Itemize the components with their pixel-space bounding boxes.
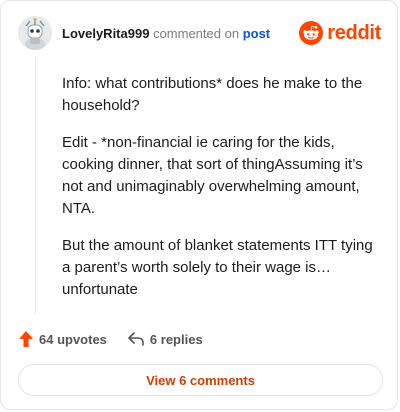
reddit-wordmark: reddit: [327, 22, 381, 44]
comment-paragraph: But the amount of blanket statements ITT…: [62, 237, 373, 298]
post-link[interactable]: post: [243, 26, 270, 41]
view-comments-button[interactable]: View 6 comments: [18, 364, 383, 396]
comment-paragraph: Edit - *non-financial ie caring for the …: [62, 134, 363, 217]
reply-arrow-icon: [128, 332, 144, 346]
reddit-alien-icon: [299, 21, 324, 45]
comment-actions: 64 upvotes 6 replies: [18, 330, 203, 348]
comment-body: Info: what contributions* does he make t…: [62, 73, 380, 316]
upvote-arrow-icon: [19, 331, 33, 347]
thread-line[interactable]: [35, 57, 36, 315]
replies-button[interactable]: 6 replies: [127, 331, 203, 347]
comment-card: LovelyRita999 commented on post reddit I…: [0, 0, 398, 410]
upvote-button[interactable]: 64 upvotes: [18, 330, 107, 348]
username[interactable]: LovelyRita999: [62, 26, 149, 41]
avatar[interactable]: [18, 16, 52, 50]
comment-paragraph: Info: what contributions* does he make t…: [62, 75, 363, 114]
reply-count: 6 replies: [149, 331, 203, 347]
avatar-robot-icon: [18, 16, 52, 50]
commented-on-label: commented on: [153, 26, 240, 41]
upvote-count: 64 upvotes: [39, 331, 107, 347]
comment-header: LovelyRita999 commented on post: [62, 26, 270, 42]
reddit-logo[interactable]: reddit: [299, 21, 381, 45]
